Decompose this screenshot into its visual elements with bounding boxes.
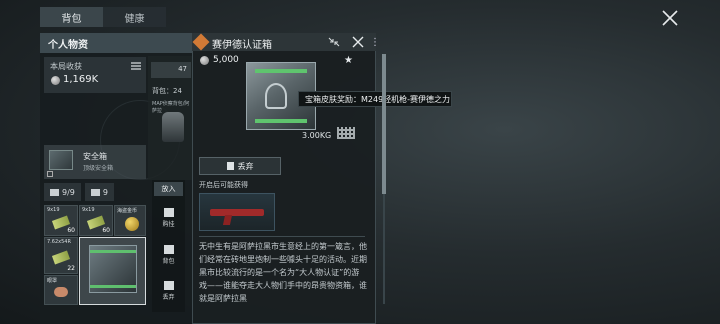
slot-label: 海盗金币 [117,208,138,214]
divider [199,236,365,237]
skin-reward-tooltip: 宝箱皮肤奖励：M249轻机枪-赛伊德之力 [298,91,452,107]
discard-button-label: 丢弃 [237,161,254,171]
backpack-icon [163,245,174,254]
hang-label: 购挂 [162,221,175,228]
discard-side-label: 丢弃 [162,294,175,301]
slot-count: 22 [67,265,75,272]
item-price-value: 5,000 [213,55,239,65]
grid-size-icon [337,127,355,139]
income-value: 1,169K [63,74,99,85]
income-label: 本局收获 [50,62,82,71]
pouch-icon [90,188,100,196]
slot-label: 9x19 [82,207,95,213]
item-price: 5,000 [200,55,239,65]
reward-item-card[interactable] [199,193,275,231]
slot-count: 60 [102,227,110,234]
item-description: 无中生有是阿萨拉黑市生意经上的第一箴言，他们经常在砖地里炮制一些噱头十足的活动。… [199,242,367,303]
backpack-icon [50,188,59,196]
slot-label: 眼罩 [47,278,58,284]
machine-gun-icon [210,209,264,216]
popup-title: 赛伊德认证箱 [212,40,272,51]
favorite-star-icon[interactable]: ★ [344,55,353,66]
item-slot[interactable]: 7.62x54R 22 [44,237,78,274]
more-icon[interactable]: ⋮ [370,37,380,48]
certified-box-icon [89,245,137,293]
scrollbar-thumb[interactable] [382,54,386,194]
trash-icon [163,281,174,290]
top-tabs: 背包 健康 [40,7,166,27]
hang-icon [163,208,174,217]
list-icon[interactable] [131,62,141,70]
safe-box-icon [49,150,73,170]
slot-label: 9x19 [47,207,60,213]
safe-subtitle: 顶级安全箱 [83,165,114,172]
pouch-count: 9 [84,183,114,201]
backpack-count: 9/9 [44,183,81,201]
close-icon[interactable] [660,8,680,28]
gold-coin-icon [125,217,139,231]
item-slot[interactable]: 海盗金币 [114,205,146,236]
selected-item-slot[interactable] [79,237,146,305]
container-item-count: 47 [178,65,187,73]
compress-icon[interactable] [328,37,340,47]
possible-rewards-label: 开启后可能获得 [199,181,248,189]
capacity-counts: 9/9 9 [44,183,146,201]
hang-button[interactable]: 购挂 [154,205,183,231]
backpack-image [162,112,184,142]
emblem-icon [265,83,287,109]
discard-button[interactable]: 丢弃 [199,157,281,175]
item-slot[interactable]: 眼罩 [44,275,78,305]
close-icon[interactable] [352,36,364,48]
container-item[interactable]: 47 [151,62,191,78]
trash-icon [226,162,234,170]
backpack-button[interactable]: 背包 [154,242,183,268]
item-weight: 3.00KG [302,131,332,140]
personal-header: 个人物资 [40,33,192,53]
lock-icon [47,171,53,177]
slot-label: 7.62x54R [47,239,71,245]
pouch-count-value: 9 [102,187,108,197]
item-slot[interactable]: 9x19 60 [79,205,113,236]
inventory-grid: 9x19 60 9x19 60 海盗金币 7.62x54R 22 眼罩 [44,205,148,305]
safe-title: 安全箱 [83,152,107,161]
slot-count: 60 [67,227,75,234]
put-in-button[interactable]: 放入 [154,182,183,196]
item-slot[interactable]: 9x19 60 [44,205,78,236]
coin-icon [51,76,60,85]
backpack-label: 背包 [162,258,175,265]
tab-health[interactable]: 健康 [103,7,166,27]
discard-side-button[interactable]: 丢弃 [154,278,183,304]
container-backpack-label: 背包：24 [152,87,182,95]
ammo-icon [51,250,71,265]
tab-backpack[interactable]: 背包 [40,7,103,27]
coin-icon [200,55,209,65]
eyepatch-icon [54,287,68,297]
backpack-count-value: 9/9 [62,187,75,197]
